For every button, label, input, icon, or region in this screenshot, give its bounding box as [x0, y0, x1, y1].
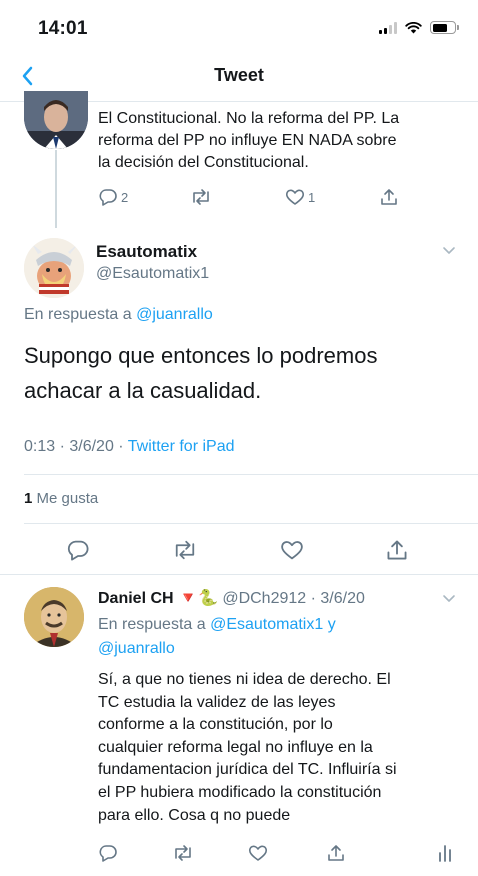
battery-icon [430, 21, 459, 34]
like-icon [248, 845, 268, 861]
name-emojis: 🔻🐍 [178, 590, 218, 607]
tweet-text-line: TC estudia la validez de las leyes [98, 693, 336, 711]
page-title: Tweet [214, 65, 264, 85]
author-handle-date[interactable]: @DCh2912 · 3/6/20 [222, 590, 365, 607]
reply-header: Daniel CH 🔻🐍 @DCh2912 · 3/6/20 [98, 588, 365, 608]
chevron-down-icon[interactable] [442, 246, 456, 256]
retweet-icon [193, 189, 209, 205]
tweet-meta: 0:13 · 3/6/20 · Twitter for iPad [24, 438, 234, 456]
tweet-text-line: reforma del PP no influye EN NADA sobre [98, 132, 397, 149]
reply-button[interactable] [98, 844, 118, 862]
author-name[interactable]: Esautomatix [96, 242, 197, 262]
tweet-text-line: El Constitucional. No la reforma del PP.… [98, 110, 400, 127]
reply-prefix: En respuesta a [98, 616, 206, 633]
avatar[interactable] [24, 238, 84, 298]
mention-link[interactable]: @juanrallo [98, 640, 175, 657]
timestamp: 0:13 · 3/6/20 · [24, 438, 128, 455]
like-button[interactable] [280, 539, 304, 561]
reply-icon [67, 540, 89, 561]
share-icon [328, 845, 344, 861]
author-handle[interactable]: @Esautomatix1 [96, 265, 209, 283]
tweet-text-line: fundamentacion jurídica del TC. Influirí… [98, 761, 397, 779]
status-time: 14:01 [38, 18, 88, 39]
avatar[interactable] [24, 91, 88, 149]
like-count: 1 [24, 490, 33, 507]
source-link[interactable]: Twitter for iPad [128, 438, 235, 455]
share-button[interactable] [327, 844, 345, 862]
main-tweet-actions [66, 539, 426, 563]
divider [24, 474, 478, 475]
tweet-text: Supongo que entonces lo podremos achacar… [24, 338, 464, 408]
retweet-icon [175, 845, 191, 861]
like-count: 1 [308, 189, 316, 205]
reply-button[interactable] [66, 539, 90, 561]
tweet-text-line: la decisión del Constitucional. [98, 154, 309, 171]
retweet-icon [175, 540, 195, 560]
mention-link[interactable]: @Esautomatix1 [210, 616, 323, 633]
tweet-text-line: Supongo que entonces lo podremos [24, 343, 378, 368]
like-icon [281, 541, 303, 560]
avatar[interactable] [24, 587, 84, 647]
likes-summary[interactable]: 1 Me gusta [24, 490, 98, 507]
like-icon [285, 189, 305, 205]
reply-prefix: En respuesta a [24, 306, 132, 323]
tweet-text-line: para ello. Cosa q no puede [98, 806, 291, 824]
share-icon [387, 540, 407, 560]
previous-tweet-actions: 2 1 [98, 188, 418, 208]
mention-link[interactable]: @juanrallo [136, 306, 213, 323]
signal-icon [379, 21, 397, 34]
previous-tweet-text: El Constitucional. No la reforma del PP.… [98, 108, 458, 174]
tweet-text-line: Sí, a que no tienes ni idea de derecho. … [98, 671, 391, 688]
share-button[interactable] [386, 539, 408, 561]
like-label: Me gusta [36, 490, 99, 507]
retweet-button[interactable] [172, 844, 194, 862]
share-button[interactable] [380, 188, 398, 206]
divider [0, 574, 478, 575]
tweet-text-line: cualquier reforma legal no influye en la [98, 738, 373, 756]
like-button[interactable] [248, 844, 268, 862]
tweet-text-line: el PP hubiera modificado la constitución [98, 783, 382, 801]
divider [24, 523, 478, 524]
author-name[interactable]: Daniel CH [98, 590, 174, 607]
reply-button[interactable]: 2 [98, 188, 128, 206]
replying-to: En respuesta a @Esautomatix1 y @juanrall… [98, 613, 438, 661]
retweet-button[interactable] [172, 539, 198, 561]
analytics-icon [439, 845, 451, 862]
wifi-icon [405, 21, 422, 33]
replying-to: En respuesta a @juanrallo [24, 306, 213, 324]
reply-icon [99, 845, 117, 862]
tweet-text-line: achacar a la casualidad. [24, 378, 262, 403]
reply-joiner: y [327, 616, 336, 633]
thread-line [55, 150, 57, 228]
tweet-text-line: conforme a la constitución, por lo [98, 716, 333, 734]
reply-count: 2 [121, 189, 129, 205]
reply-icon [99, 189, 117, 206]
like-button[interactable]: 1 [285, 188, 315, 206]
tweet-text: Sí, a que no tienes ni idea de derecho. … [98, 669, 458, 827]
share-icon [381, 189, 397, 205]
analytics-button[interactable] [438, 844, 452, 862]
status-icons [379, 21, 459, 34]
status-bar: 14:01 [0, 0, 478, 52]
reply-tweet-actions [98, 844, 458, 864]
chevron-down-icon[interactable] [442, 594, 456, 604]
retweet-button[interactable] [190, 188, 212, 206]
